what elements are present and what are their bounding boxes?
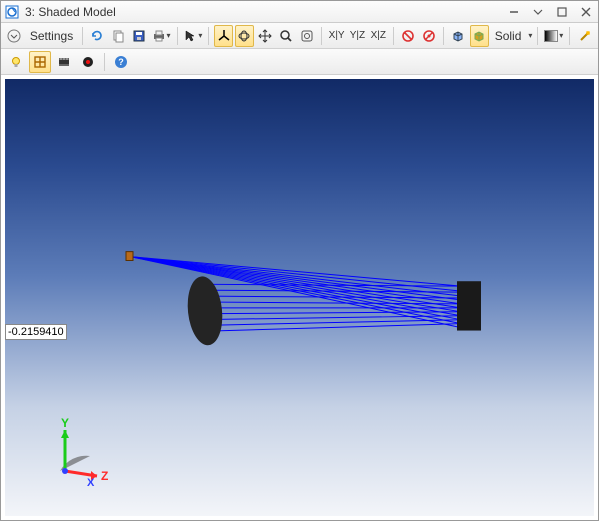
- window-controls: [506, 5, 594, 19]
- axis-x-label: X: [87, 477, 95, 489]
- separator: [82, 27, 83, 45]
- wand-icon[interactable]: [575, 25, 594, 47]
- grid-layout-icon[interactable]: [29, 51, 51, 73]
- view-xy-button[interactable]: X|Y: [327, 25, 346, 47]
- dropdown-button[interactable]: [530, 5, 546, 19]
- record-icon[interactable]: [77, 51, 99, 73]
- main-toolbar: Settings ▾ ▾ X|Y Y|Z X|Z Solid▾ ▾: [1, 23, 598, 49]
- coordinate-readout: -0.2159410: [5, 324, 67, 340]
- chevron-down-icon[interactable]: ▾: [528, 31, 532, 40]
- settings-button[interactable]: Settings: [26, 29, 77, 43]
- cube-solid-icon[interactable]: [470, 25, 489, 47]
- cursor-icon[interactable]: ▾: [182, 25, 203, 47]
- close-button[interactable]: [578, 5, 594, 19]
- no-entry-icon[interactable]: [399, 25, 418, 47]
- restore-button[interactable]: [554, 5, 570, 19]
- axes-icon[interactable]: [214, 25, 233, 47]
- cube-shaded-icon[interactable]: [449, 25, 468, 47]
- axis-y-label: Y: [61, 416, 69, 430]
- pan-icon[interactable]: [256, 25, 275, 47]
- separator: [177, 27, 178, 45]
- separator: [537, 27, 538, 45]
- lens-element: [184, 275, 225, 347]
- view-yz-button[interactable]: Y|Z: [348, 25, 367, 47]
- shading-mode-button[interactable]: Solid: [491, 29, 526, 43]
- svg-text:?: ?: [118, 57, 124, 67]
- window-title: 3: Shaded Model: [25, 5, 506, 19]
- axis-triad: Z Y X: [35, 416, 115, 496]
- lightbulb-icon[interactable]: [5, 51, 27, 73]
- fit-view-icon[interactable]: [298, 25, 317, 47]
- refresh-icon[interactable]: [88, 25, 107, 47]
- title-bar: 3: Shaded Model: [1, 1, 598, 23]
- separator: [569, 27, 570, 45]
- expand-down-icon[interactable]: [5, 25, 24, 47]
- target-disabled-icon[interactable]: [419, 25, 438, 47]
- 3d-viewport[interactable]: -0.2159410 Z Y X: [5, 79, 594, 516]
- separator: [393, 27, 394, 45]
- zoom-icon[interactable]: [277, 25, 296, 47]
- save-icon[interactable]: [130, 25, 149, 47]
- film-icon[interactable]: [53, 51, 75, 73]
- app-icon: [5, 5, 19, 19]
- minimize-button[interactable]: [506, 5, 522, 19]
- rotate-view-icon[interactable]: [235, 25, 254, 47]
- viewport-container: -0.2159410 Z Y X: [1, 75, 598, 520]
- separator: [104, 53, 105, 71]
- secondary-toolbar: ?: [1, 49, 598, 75]
- gradient-swatch-button[interactable]: ▾: [543, 25, 564, 47]
- print-icon[interactable]: ▾: [151, 25, 172, 47]
- detector-element: [457, 281, 481, 330]
- separator: [208, 27, 209, 45]
- copy-icon[interactable]: [109, 25, 128, 47]
- axis-z-label: Z: [101, 469, 108, 483]
- help-icon[interactable]: ?: [110, 51, 132, 73]
- view-xz-button[interactable]: X|Z: [369, 25, 388, 47]
- source-element: [126, 252, 133, 261]
- separator: [443, 27, 444, 45]
- separator: [321, 27, 322, 45]
